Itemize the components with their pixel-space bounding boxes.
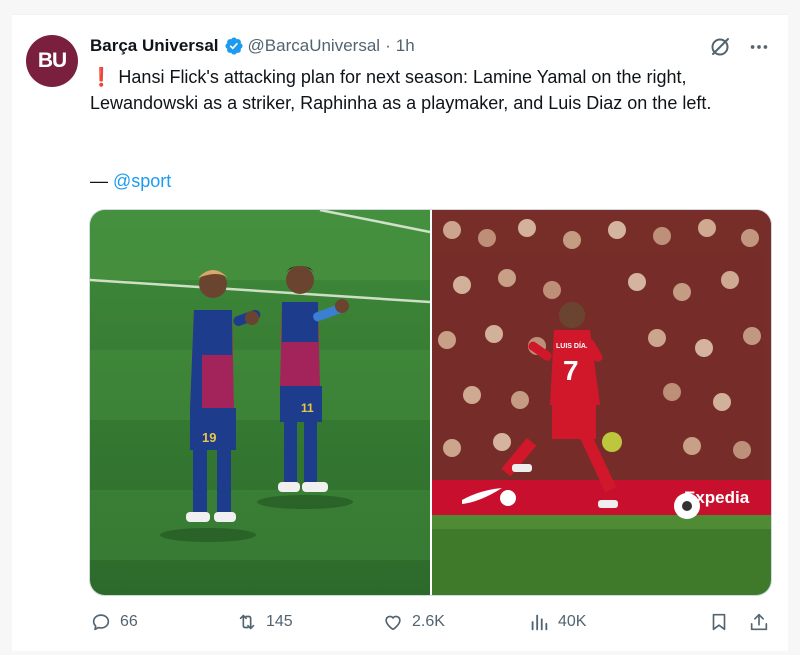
right-shirt-name: LUIS DÍAZ xyxy=(556,341,591,350)
reply-count: 66 xyxy=(120,613,138,630)
tweet-end-actions xyxy=(708,611,770,633)
source-prefix: — xyxy=(90,171,114,191)
like-icon xyxy=(385,615,401,631)
left-jersey-number: 19 xyxy=(202,430,216,445)
avatar[interactable]: BU xyxy=(26,35,78,87)
views-button[interactable]: 40K xyxy=(528,611,688,633)
tweet-text: ❗ Hansi Flick's attacking plan for next s… xyxy=(90,64,770,116)
views-count: 40K xyxy=(558,613,587,630)
alert-icon: ❗ xyxy=(90,67,113,87)
avatar-text: BU xyxy=(37,49,67,72)
tweet-body: Hansi Flick's attacking plan for next se… xyxy=(90,67,712,113)
media-photo-player-dribbling[interactable]: Expedia LUIS DÍAZ 7 xyxy=(432,210,771,595)
right-jersey-number: 7 xyxy=(563,355,579,386)
like-count: 2.6K xyxy=(412,613,445,630)
grok-icon[interactable] xyxy=(708,35,732,59)
repost-button[interactable]: 145 xyxy=(236,611,382,633)
reply-button[interactable]: 66 xyxy=(90,611,236,633)
repost-icon xyxy=(239,614,255,630)
tweet-header: Barça Universal @BarcaUniversal · 1h xyxy=(90,33,415,59)
svg-text:11: 11 xyxy=(301,401,314,415)
separator-dot: · xyxy=(385,36,391,55)
like-button[interactable]: 2.6K xyxy=(382,611,528,633)
tweet-actions: 66 145 2.6K 40K xyxy=(90,609,770,635)
source-mention-link[interactable]: @sport xyxy=(113,171,171,191)
reply-icon xyxy=(92,614,110,631)
tweet-card[interactable]: BU Barça Universal @BarcaUniversal · 1h … xyxy=(12,14,788,651)
media-grid: 19 11 Expedia LUIS DÍAZ 7 xyxy=(89,209,772,596)
more-icon[interactable] xyxy=(748,36,770,58)
tweet-top-actions xyxy=(708,35,770,59)
repost-count: 145 xyxy=(266,613,293,630)
share-icon[interactable] xyxy=(748,611,770,633)
tweet-source: — @sport xyxy=(90,168,171,194)
author-name[interactable]: Barça Universal xyxy=(90,36,219,56)
author-handle[interactable]: @BarcaUniversal xyxy=(248,36,381,56)
media-photo-players-clapping[interactable]: 19 11 xyxy=(90,210,430,595)
verified-badge-icon xyxy=(224,37,243,55)
bookmark-icon[interactable] xyxy=(708,611,730,633)
timestamp[interactable]: 1h xyxy=(396,36,415,56)
views-icon xyxy=(531,614,548,631)
